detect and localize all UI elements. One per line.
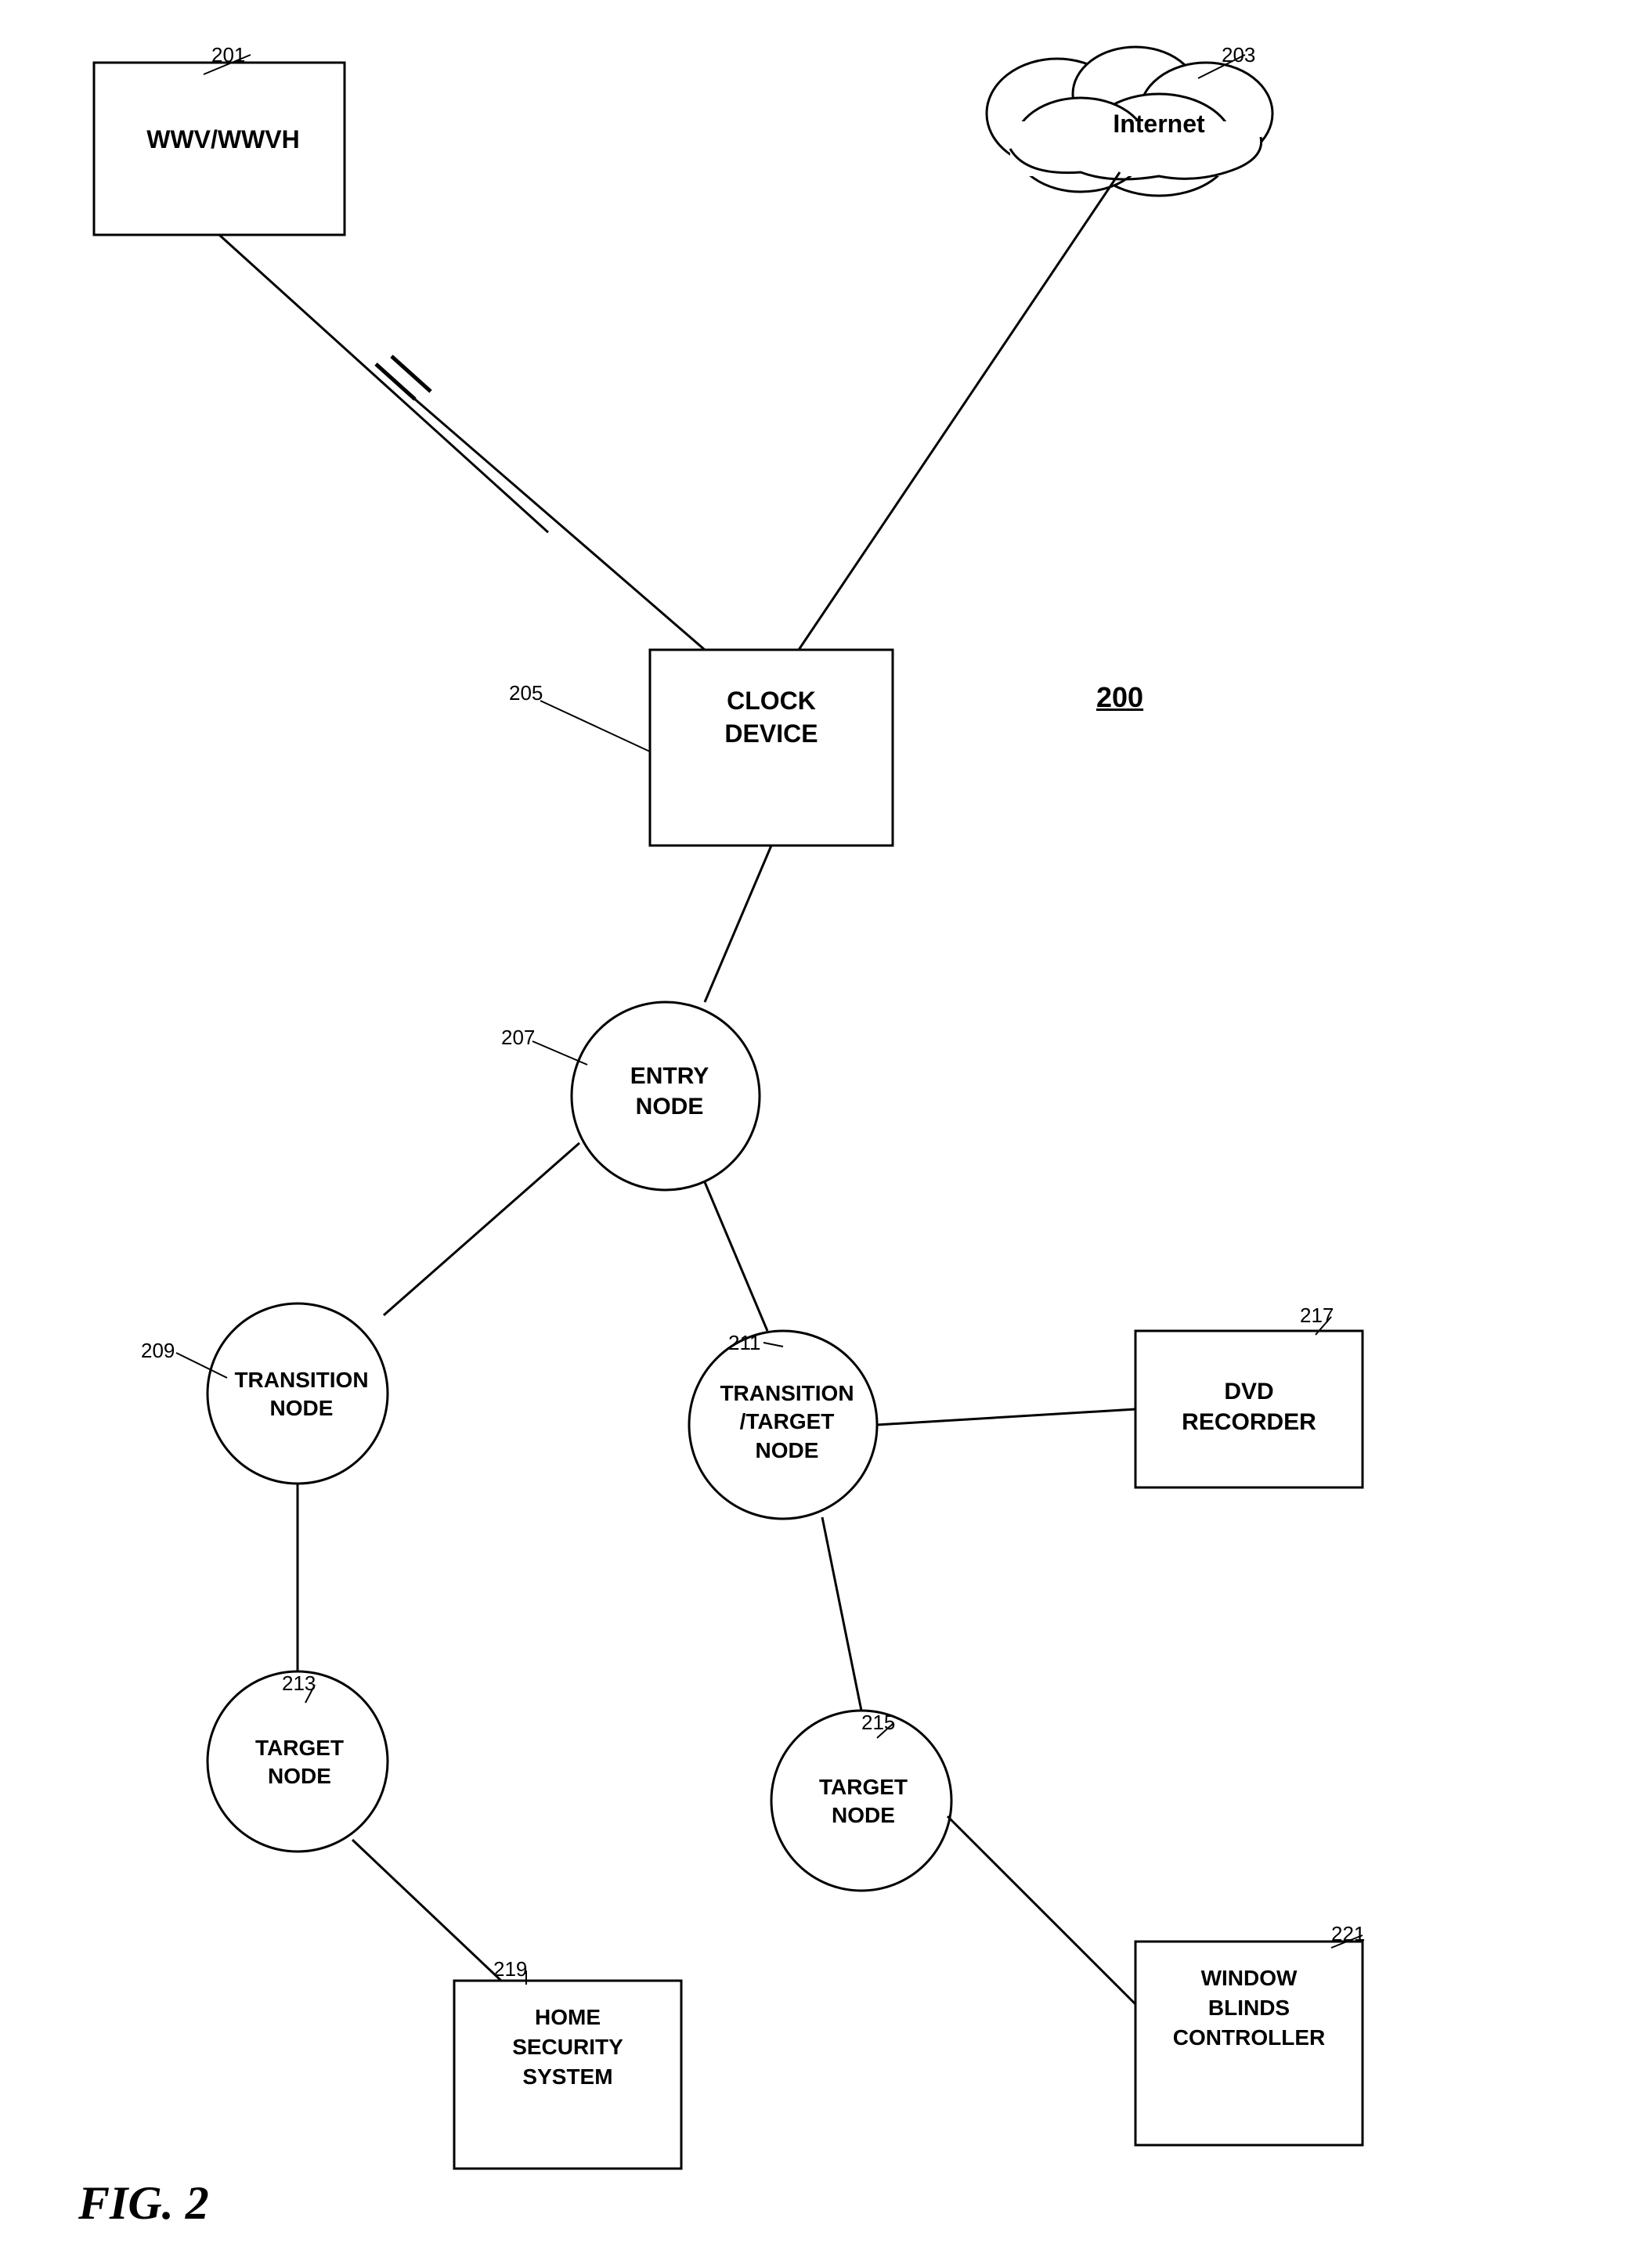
target-node-2-label: TARGETNODE — [799, 1773, 928, 1830]
ref-215: 215 — [861, 1711, 895, 1735]
ref-221: 221 — [1331, 1922, 1365, 1946]
ref-213: 213 — [282, 1671, 316, 1696]
clock-device-label: CLOCKDEVICE — [658, 685, 885, 750]
entry-node-label: ENTRYNODE — [607, 1061, 732, 1122]
ref-219: 219 — [493, 1957, 527, 1981]
ref-201: 201 — [211, 43, 245, 67]
figure-label: FIG. 2 — [78, 2176, 209, 2230]
window-blinds-label: WINDOWBLINDSCONTROLLER — [1139, 1963, 1359, 2052]
diagram-number: 200 — [1096, 681, 1143, 714]
ref-209: 209 — [141, 1339, 175, 1363]
home-security-label: HOMESECURITYSYSTEM — [462, 2003, 673, 2091]
dvd-recorder-label: DVDRECORDER — [1143, 1376, 1355, 1437]
ref-207: 207 — [501, 1026, 535, 1050]
diagram-container: WWV/WWVH 201 Internet 203 CLOCKDEVICE 20… — [0, 0, 1646, 2268]
ref-205: 205 — [509, 681, 543, 705]
internet-label: Internet — [1081, 110, 1237, 139]
wwv-label: WWV/WWVH — [102, 125, 345, 154]
ref-217: 217 — [1300, 1303, 1334, 1328]
target-node-1-label: TARGETNODE — [235, 1734, 364, 1791]
ref-203: 203 — [1222, 43, 1255, 67]
ref-211: 211 — [728, 1331, 760, 1355]
transition-node-label: TRANSITIONNODE — [227, 1366, 376, 1423]
diagram-svg — [0, 0, 1646, 2268]
transition-target-label: TRANSITION/TARGETNODE — [713, 1379, 861, 1465]
